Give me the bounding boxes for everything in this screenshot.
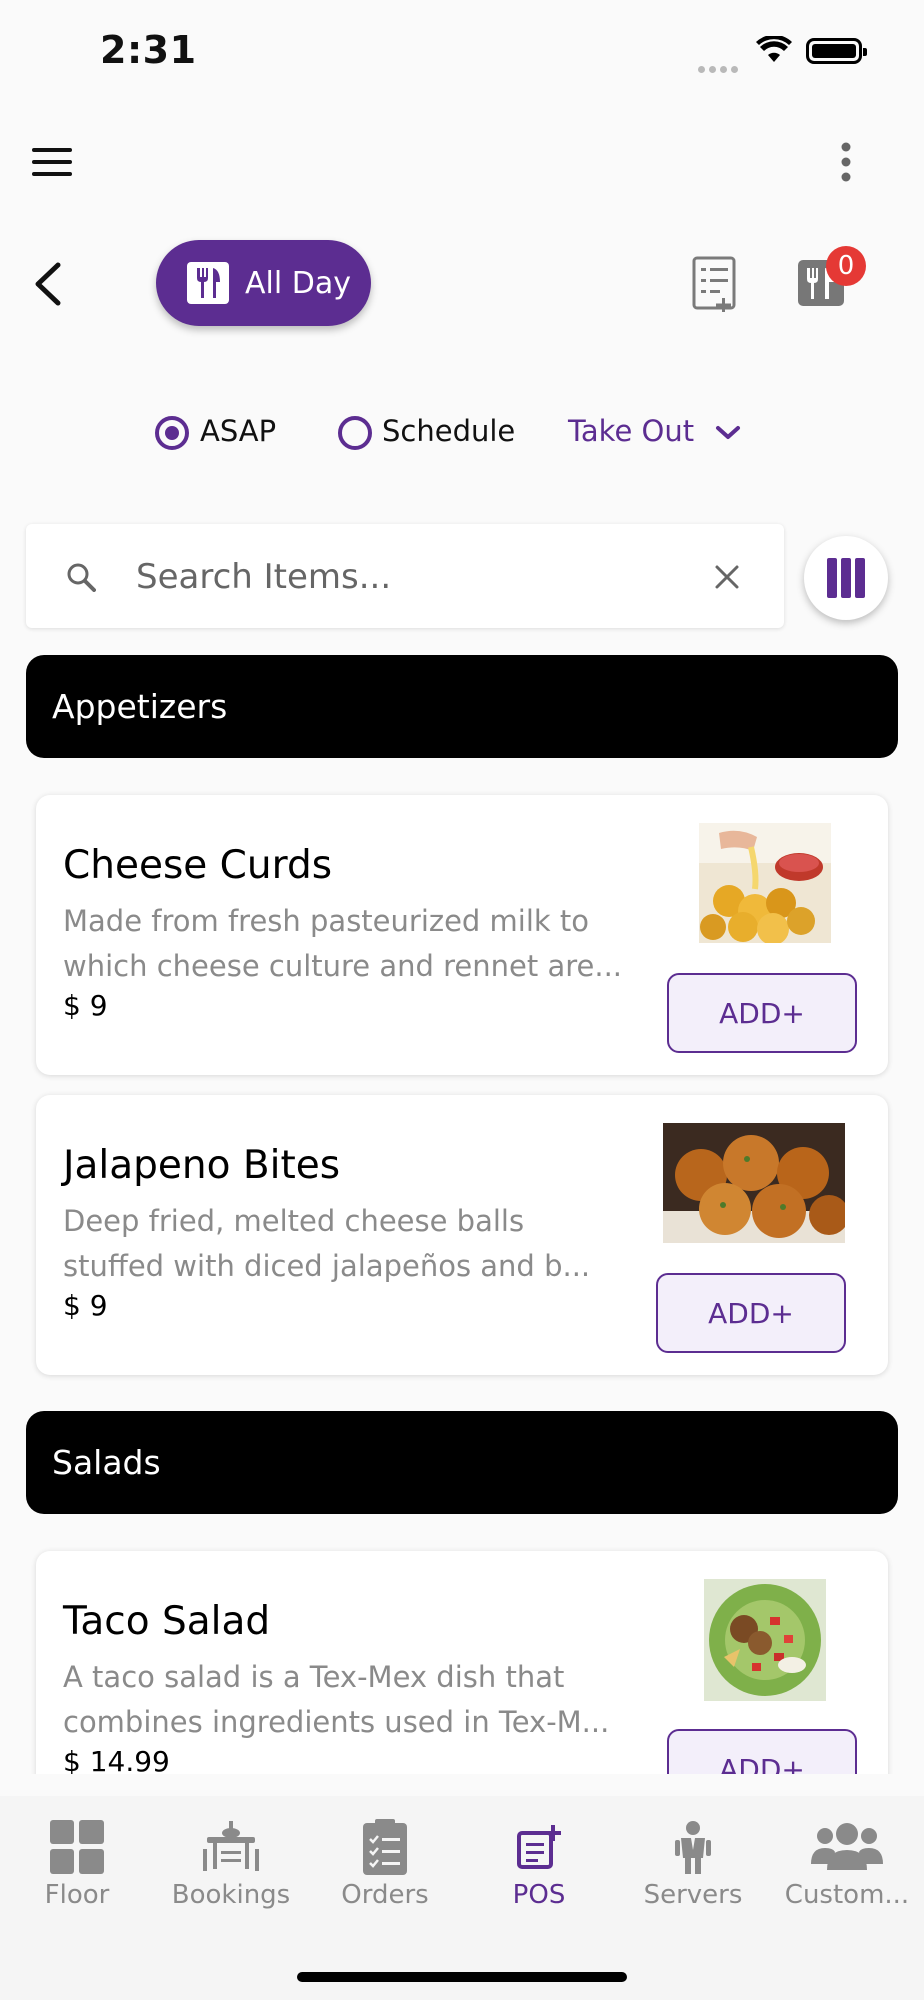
orders-icon [363,1819,407,1875]
section-header-salads: Salads [26,1411,898,1514]
bookings-icon [203,1821,259,1871]
tab-label: Custom... [784,1880,910,1910]
item-name: Jalapeno Bites [63,1143,341,1188]
tab-floor[interactable]: Floor [0,1814,154,1910]
add-item-button[interactable]: ADD+ [667,1729,857,1774]
order-type-value: Take Out [568,414,695,448]
tab-bookings[interactable]: Bookings [154,1814,308,1910]
columns-icon [827,558,865,598]
floor-icon [50,1820,104,1874]
item-price: $ 14.99 [63,1745,170,1774]
item-description: A taco salad is a Tex-Mex dish that comb… [63,1660,610,1739]
home-indicator [297,1972,627,1982]
asap-radio[interactable] [155,416,189,450]
tab-orders[interactable]: Orders [308,1814,462,1910]
chevron-down-icon [716,426,741,439]
order-list-add-icon[interactable] [692,256,744,312]
menu-mode-button[interactable]: All Day [156,240,371,326]
menu-item-card[interactable]: Taco Salad A taco salad is a Tex-Mex dis… [36,1551,888,1774]
item-description: Deep fried, melted cheese balls stuffed … [63,1204,591,1283]
back-arrow-icon[interactable] [32,262,62,306]
tab-pos[interactable]: POS [462,1814,616,1910]
search-input[interactable] [134,552,698,602]
menu-mode-label: All Day [245,265,351,301]
tab-servers[interactable]: Servers [616,1814,770,1910]
bottom-tab-bar: Floor Bookings Orders POS Servers Custom… [0,1796,924,2000]
search-icon [67,563,96,592]
schedule-label: Schedule [382,414,516,448]
hamburger-menu-icon[interactable] [32,146,72,178]
tab-label: Floor [44,1880,110,1910]
view-columns-button[interactable] [804,536,888,620]
clear-search-icon[interactable] [714,564,740,590]
battery-icon [806,38,867,64]
section-header-appetizers: Appetizers [26,655,898,758]
pos-icon [517,1825,561,1869]
item-price: $ 9 [63,989,108,1022]
customers-icon [811,1823,883,1870]
taco-salad-image [704,1579,826,1701]
tab-customers[interactable]: Custom... [770,1814,924,1910]
status-time: 2:31 [100,28,197,72]
item-name: Taco Salad [63,1599,271,1644]
list-clip: Taco Salad A taco salad is a Tex-Mex dis… [0,1500,924,1774]
more-options-icon[interactable] [838,142,854,182]
asap-label: ASAP [200,414,277,448]
utensils-icon [187,262,229,304]
add-item-button[interactable]: ADD+ [656,1273,846,1353]
order-type-dropdown[interactable]: Take Out [568,414,741,448]
jalapeno-bites-image [663,1123,845,1243]
add-item-button[interactable]: ADD+ [667,973,857,1053]
wifi-icon [756,36,792,62]
schedule-radio[interactable] [338,416,372,450]
menu-item-card[interactable]: Jalapeno Bites Deep fried, melted cheese… [36,1095,888,1375]
item-price: $ 9 [63,1289,108,1322]
cart-count-badge: 0 [826,246,866,286]
tab-label: Orders [341,1880,429,1910]
item-name: Cheese Curds [63,843,333,888]
cheese-curds-image [699,823,831,943]
cellular-signal-icon [698,58,744,73]
tab-label: Bookings [171,1880,291,1910]
servers-icon [675,1821,711,1874]
item-description: Made from fresh pasteurized milk to whic… [63,904,623,983]
menu-item-card[interactable]: Cheese Curds Made from fresh pasteurized… [36,795,888,1075]
tab-label: Servers [643,1880,743,1910]
search-bar [26,524,784,628]
tab-label: POS [512,1880,566,1910]
